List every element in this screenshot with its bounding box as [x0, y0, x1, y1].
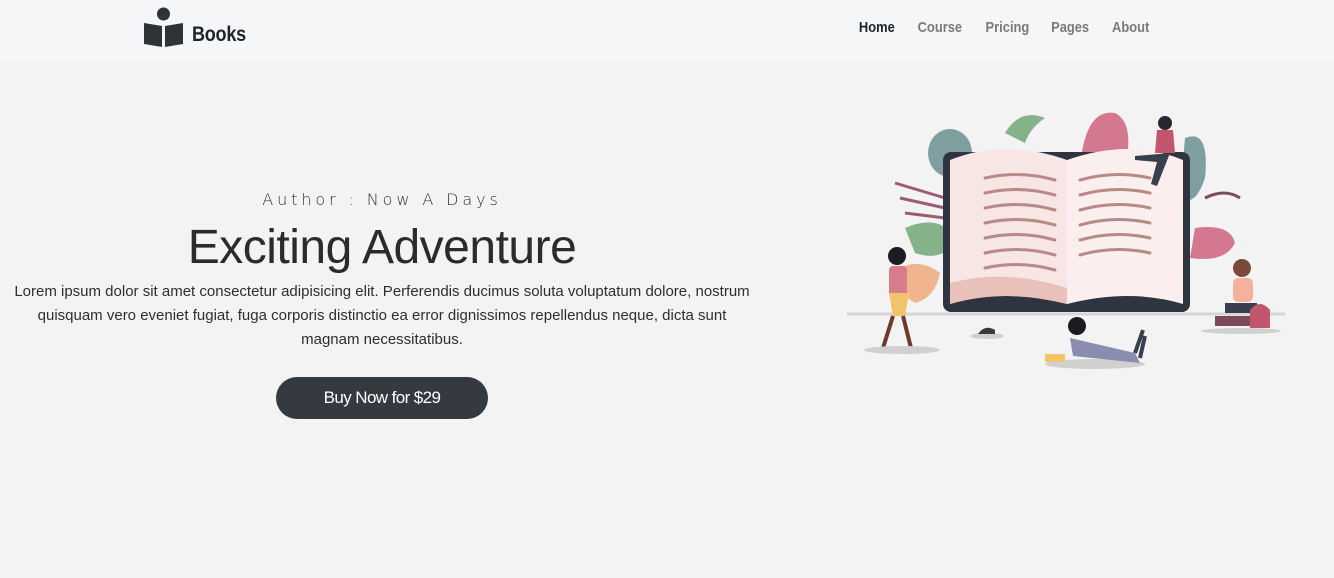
brand-logo[interactable]: Books	[143, 7, 255, 48]
nav-course[interactable]: Course	[918, 19, 962, 36]
branch-icon	[1204, 191, 1241, 200]
hero-section: Author : Now A Days Exciting Adventure L…	[0, 190, 764, 419]
leaf-icon	[1005, 115, 1045, 143]
buy-now-button[interactable]: Buy Now for $29	[276, 377, 488, 419]
author-line: Author : Now A Days	[262, 190, 502, 209]
main-nav: Home Course Pricing Pages About	[840, 19, 1152, 36]
cat-icon	[970, 327, 1004, 339]
hero-title: Exciting Adventure	[187, 221, 577, 274]
nav-pricing[interactable]: Pricing	[985, 19, 1029, 36]
nav-pages[interactable]: Pages	[1052, 19, 1090, 36]
nav-about[interactable]: About	[1112, 19, 1149, 36]
hero-description: Lorem ipsum dolor sit amet consectetur a…	[14, 283, 750, 348]
pink-blob-icon	[1190, 227, 1235, 259]
book-right-page	[1067, 149, 1183, 304]
nav-home[interactable]: Home	[859, 19, 895, 36]
navbar: Books Home Course Pricing Pages About	[0, 0, 1334, 61]
person-sitting-right-icon	[1201, 259, 1281, 334]
brand-name: Books	[192, 23, 246, 46]
person-lying-reading-icon	[1045, 317, 1147, 369]
person-standing-reading-icon	[864, 247, 940, 354]
reader-book-icon	[144, 7, 183, 47]
open-book-illustration	[847, 112, 1285, 369]
fern-icon	[894, 181, 946, 220]
